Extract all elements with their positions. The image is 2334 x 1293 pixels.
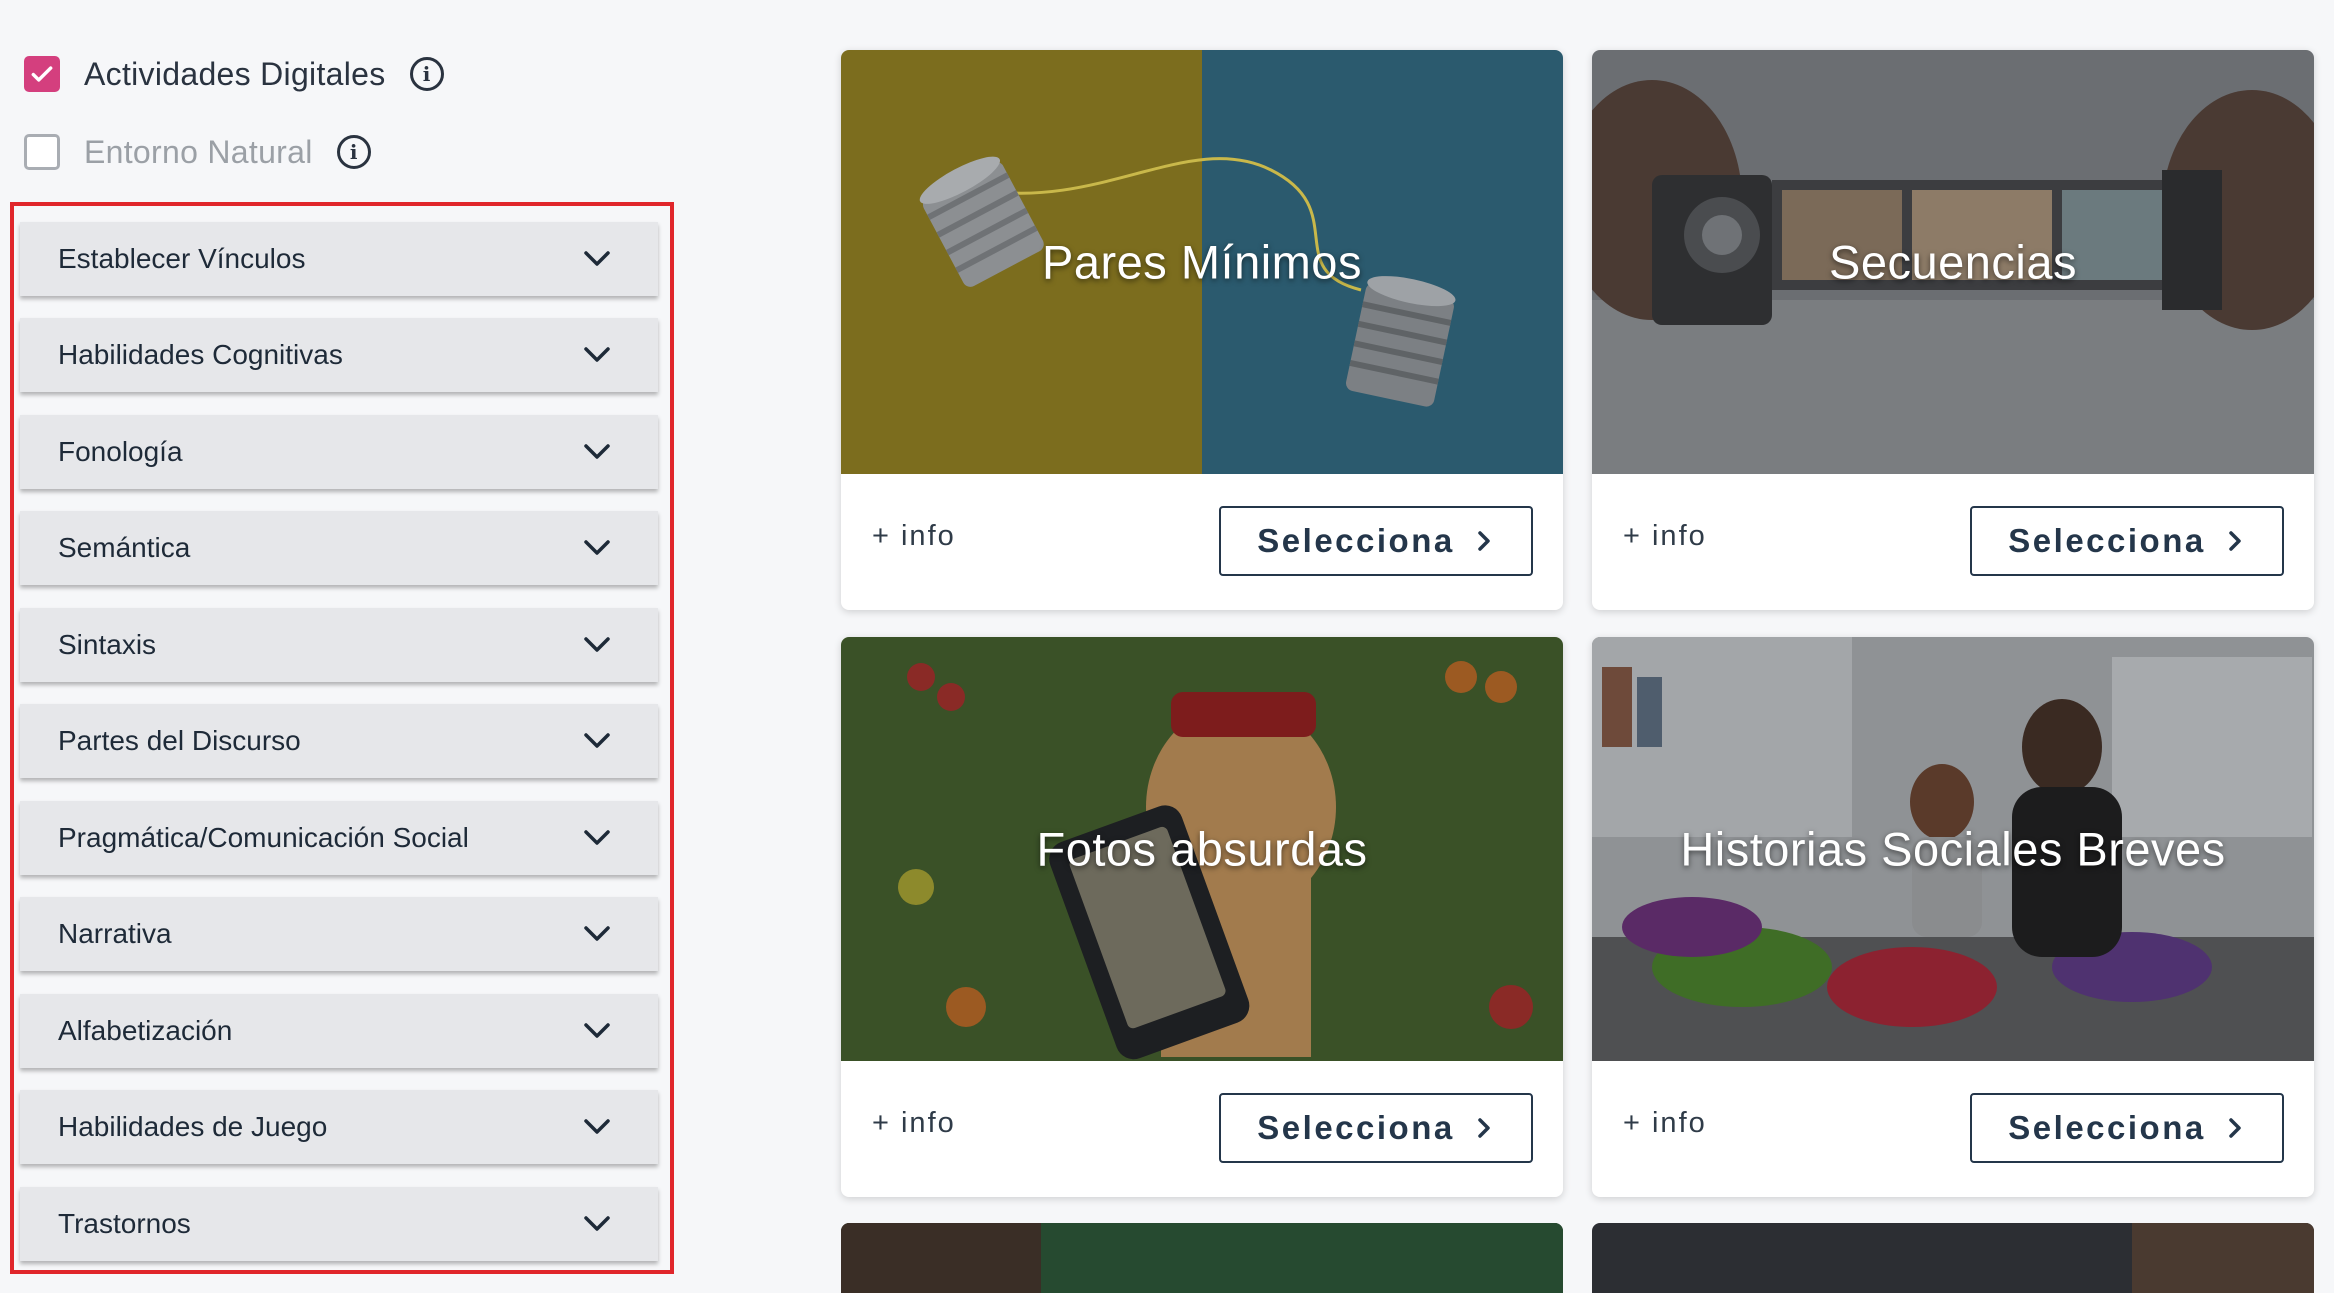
accordion-fonologia[interactable]: Fonología [20,415,658,489]
card-title: Fotos absurdas [1036,822,1368,876]
activity-card-partial[interactable] [1592,1223,2314,1293]
info-icon[interactable]: i [336,135,371,169]
more-info-link[interactable]: + info [1623,520,1707,553]
chevron-down-icon [580,1207,614,1241]
accordion-alfabetizacion[interactable]: Alfabetización [20,994,658,1068]
card-footer: + info Selecciona [1592,474,2314,610]
chevron-down-icon [580,435,614,469]
accordion-semantica[interactable]: Semántica [20,511,658,585]
card-title: Historias Sociales Breves [1680,822,2226,876]
activity-card-fotos-absurdas: Fotos absurdas + info Selecciona [841,637,1563,1197]
accordion-label: Alfabetización [58,1015,233,1046]
filter-sidebar: Actividades Digitales i Entorno Natural … [0,0,720,1286]
checkbox-unchecked[interactable] [24,134,60,170]
filter-label: Entorno Natural [84,133,313,170]
accordion-label: Establecer Vínculos [58,243,306,274]
chevron-right-icon [1477,1118,1490,1138]
more-info-link[interactable]: + info [872,520,956,553]
accordion-label: Trastornos [58,1208,191,1239]
select-button-label: Selecciona [2008,1109,2206,1146]
card-footer: + info Selecciona [1592,1061,2314,1197]
select-button-label: Selecciona [1257,1109,1455,1146]
chevron-down-icon [580,338,614,372]
chevron-down-icon [580,917,614,951]
more-info-link[interactable]: + info [872,1107,956,1140]
activity-card-secuencias: Secuencias + info Selecciona [1592,50,2314,610]
card-image: Pares Mínimos [841,50,1563,474]
chevron-right-icon [1477,531,1490,551]
card-image: Historias Sociales Breves [1592,637,2314,1061]
select-button-label: Selecciona [2008,522,2206,559]
select-button[interactable]: Selecciona [1219,506,1533,576]
select-button[interactable]: Selecciona [1970,1093,2284,1163]
accordion-label: Habilidades Cognitivas [58,339,343,370]
accordion-label: Semántica [58,532,191,563]
accordion-label: Partes del Discurso [58,725,301,756]
accordion-label: Fonología [58,436,183,467]
card-image: Secuencias [1592,50,2314,474]
accordion-partes-del-discurso[interactable]: Partes del Discurso [20,704,658,778]
accordion-label: Sintaxis [58,629,157,660]
activity-card-historias-sociales-breves: Historias Sociales Breves + info Selecci… [1592,637,2314,1197]
filter-actividades-digitales[interactable]: Actividades Digitales i [24,48,444,100]
card-footer: + info Selecciona [841,474,1563,610]
chevron-down-icon [580,628,614,662]
checkbox-checked[interactable] [24,56,60,92]
card-title: Pares Mínimos [1042,235,1362,289]
accordion-label: Narrativa [58,918,172,949]
chevron-down-icon [580,724,614,758]
chevron-right-icon [2228,531,2241,551]
select-button[interactable]: Selecciona [1970,506,2284,576]
accordion-establecer-vinculos[interactable]: Establecer Vínculos [20,222,658,296]
chevron-down-icon [580,821,614,855]
chevron-down-icon [580,1014,614,1048]
card-title: Secuencias [1829,235,2077,289]
card-image: Fotos absurdas [841,637,1563,1061]
chevron-right-icon [2228,1118,2241,1138]
accordion-habilidades-de-juego[interactable]: Habilidades de Juego [20,1090,658,1164]
activity-card-pares-minimos: Pares Mínimos + info Selecciona [841,50,1563,610]
accordion-trastornos[interactable]: Trastornos [20,1187,658,1261]
info-icon[interactable]: i [409,57,444,91]
select-button[interactable]: Selecciona [1219,1093,1533,1163]
chevron-down-icon [580,242,614,276]
filter-label: Actividades Digitales [84,55,386,92]
accordion-label: Pragmática/Comunicación Social [58,822,469,853]
card-image-partial [841,1223,1563,1293]
chevron-down-icon [580,531,614,565]
accordion-sintaxis[interactable]: Sintaxis [20,608,658,682]
accordion-narrativa[interactable]: Narrativa [20,897,658,971]
card-footer: + info Selecciona [841,1061,1563,1197]
accordion-habilidades-cognitivas[interactable]: Habilidades Cognitivas [20,318,658,392]
card-image-partial [1592,1223,2314,1293]
accordion-label: Habilidades de Juego [58,1111,328,1142]
filter-entorno-natural[interactable]: Entorno Natural i [24,126,371,178]
select-button-label: Selecciona [1257,522,1455,559]
accordion-pragmatica[interactable]: Pragmática/Comunicación Social [20,801,658,875]
activity-card-partial[interactable] [841,1223,1563,1293]
check-icon [31,66,53,82]
more-info-link[interactable]: + info [1623,1107,1707,1140]
chevron-down-icon [580,1110,614,1144]
